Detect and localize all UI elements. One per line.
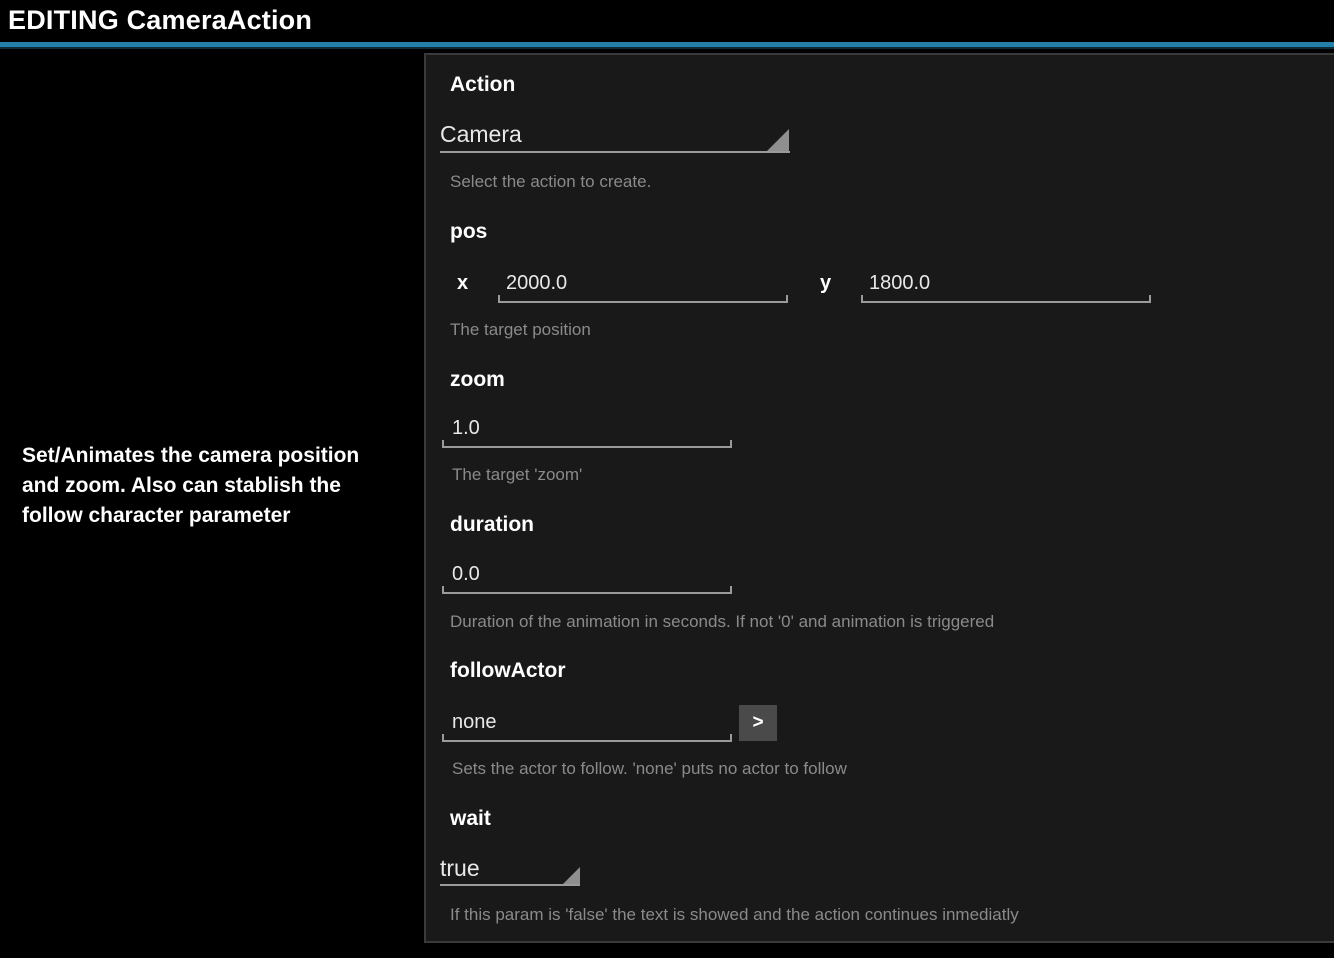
pos-help-text: The target position bbox=[450, 320, 591, 339]
follow-actor-picker-button[interactable]: > bbox=[739, 705, 777, 741]
action-dropdown-value[interactable]: Camera bbox=[440, 121, 522, 148]
zoom-input[interactable]: 1.0 bbox=[452, 417, 480, 440]
action-dropdown-underline[interactable] bbox=[440, 151, 790, 153]
wait-dropdown-underline[interactable] bbox=[440, 884, 580, 886]
action-help-text: Select the action to create. bbox=[450, 172, 652, 191]
zoom-help-text: The target 'zoom' bbox=[452, 465, 583, 484]
pos-x-input-underline[interactable] bbox=[498, 295, 788, 303]
pos-field-label: pos bbox=[450, 220, 488, 243]
follow-actor-help-text: Sets the actor to follow. 'none' puts no… bbox=[452, 759, 847, 778]
duration-field-label: duration bbox=[450, 513, 534, 536]
pos-y-label: y bbox=[820, 272, 832, 294]
action-description-text: Set/Animates the camera position and zoo… bbox=[22, 444, 360, 527]
follow-actor-input[interactable]: none bbox=[452, 711, 497, 734]
pos-x-input[interactable]: 2000.0 bbox=[506, 272, 567, 295]
duration-input-underline[interactable] bbox=[442, 586, 732, 594]
action-field-label: Action bbox=[450, 73, 516, 96]
follow-actor-field-label: followActor bbox=[450, 659, 566, 682]
wait-dropdown-value[interactable]: true bbox=[440, 855, 480, 882]
zoom-input-underline[interactable] bbox=[442, 440, 732, 448]
wait-field-label: wait bbox=[450, 807, 491, 830]
page-title: EDITING CameraAction bbox=[8, 5, 313, 35]
duration-input[interactable]: 0.0 bbox=[452, 563, 480, 586]
pos-x-label: x bbox=[457, 272, 469, 294]
duration-help-text: Duration of the animation in seconds. If… bbox=[450, 612, 995, 631]
wait-help-text: If this param is 'false' the text is sho… bbox=[450, 905, 1019, 924]
pos-y-input-underline[interactable] bbox=[861, 295, 1151, 303]
description-panel: Set/Animates the camera position and zoo… bbox=[0, 49, 424, 958]
pos-y-input[interactable]: 1800.0 bbox=[869, 272, 930, 295]
follow-actor-input-underline[interactable] bbox=[442, 734, 732, 742]
zoom-field-label: zoom bbox=[450, 368, 505, 391]
action-properties-panel: Action Camera Select the action to creat… bbox=[424, 53, 1334, 943]
title-bar: EDITING CameraAction bbox=[0, 0, 1334, 42]
